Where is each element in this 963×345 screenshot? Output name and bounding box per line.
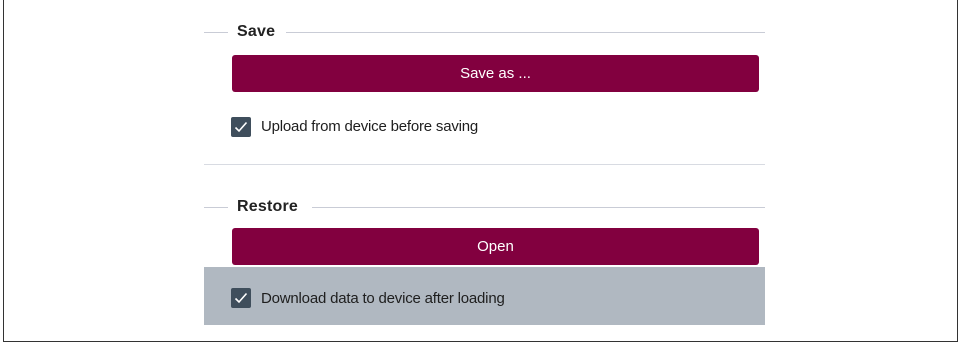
restore-section-header: Restore (204, 195, 765, 219)
header-rule-left (204, 32, 228, 33)
save-as-button[interactable]: Save as ... (232, 55, 759, 92)
save-section-title: Save (237, 23, 276, 40)
upload-before-saving-label: Upload from device before saving (261, 118, 479, 135)
download-after-loading-label: Download data to device after loading (261, 290, 505, 307)
upload-before-saving-checkbox[interactable] (231, 117, 251, 137)
checkmark-icon (234, 121, 248, 133)
section-divider (204, 164, 765, 165)
restore-section-title: Restore (237, 198, 298, 215)
download-after-loading-checkbox[interactable] (231, 288, 251, 308)
header-rule-right (286, 32, 765, 33)
download-after-loading-row[interactable]: Download data to device after loading (204, 267, 765, 325)
checkmark-icon (234, 292, 248, 304)
upload-before-saving-row[interactable]: Upload from device before saving (204, 108, 765, 148)
header-rule-right (312, 207, 765, 208)
save-section-header: Save (204, 20, 765, 44)
header-rule-left (204, 207, 228, 208)
open-button[interactable]: Open (232, 228, 759, 265)
